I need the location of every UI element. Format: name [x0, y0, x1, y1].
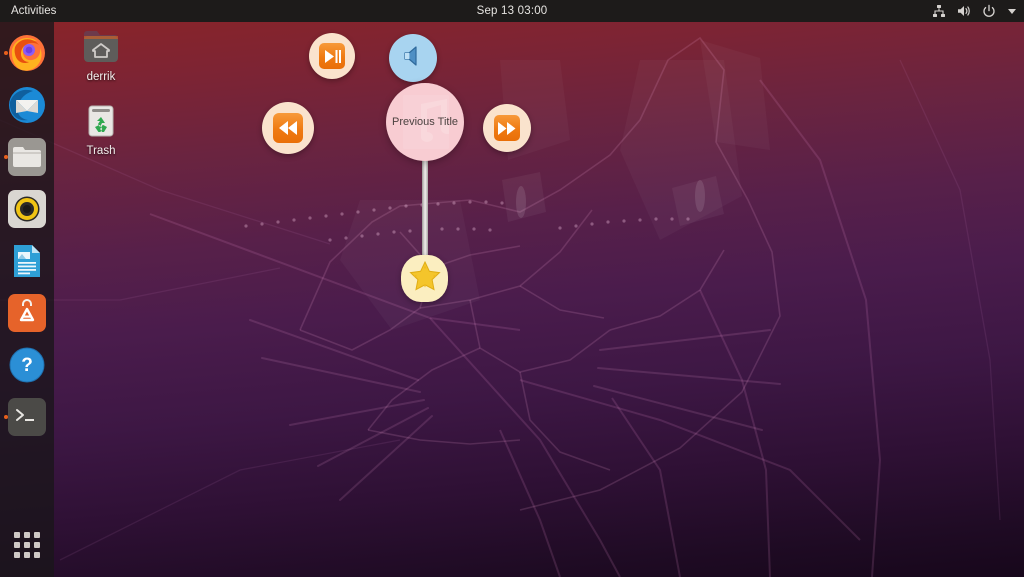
libreoffice-writer-icon — [8, 242, 46, 280]
clock[interactable]: Sep 13 03:00 — [0, 5, 1024, 17]
dock-item-ubuntu-software[interactable] — [3, 289, 51, 337]
dock-item-files[interactable] — [3, 133, 51, 181]
terminal-icon — [8, 398, 46, 436]
desktop-icon-trash[interactable]: Trash — [64, 100, 138, 157]
dock-item-help[interactable]: ? — [3, 341, 51, 389]
thunderbird-icon — [8, 86, 46, 124]
previous-button[interactable] — [262, 102, 314, 154]
dock-item-rhythmbox[interactable] — [3, 185, 51, 233]
volume-icon[interactable] — [956, 4, 971, 19]
rhythmbox-icon — [8, 190, 46, 228]
power-icon[interactable] — [981, 4, 996, 19]
apps-grid-icon — [14, 532, 40, 558]
next-button[interactable] — [483, 104, 531, 152]
play-pause-button[interactable] — [309, 33, 355, 79]
desktop-icon-home-folder[interactable]: derrik — [64, 26, 138, 83]
firefox-icon — [8, 34, 46, 72]
desktop-icon-label: Trash — [86, 145, 116, 157]
speaker-icon — [401, 44, 425, 73]
play-pause-icon — [319, 43, 345, 69]
network-sharing-icon[interactable] — [931, 4, 946, 19]
dock-item-thunderbird[interactable] — [3, 81, 51, 129]
svg-text:?: ? — [21, 355, 33, 376]
help-icon: ? — [8, 346, 46, 384]
dock: ? — [0, 22, 54, 577]
show-applications-button[interactable] — [3, 521, 51, 569]
chevron-down-icon[interactable] — [1006, 4, 1017, 19]
rewind-icon — [273, 113, 303, 143]
volume-button[interactable] — [389, 34, 437, 82]
dock-item-firefox[interactable] — [3, 29, 51, 77]
desktop-icon-label: derrik — [86, 71, 116, 83]
system-status-menu[interactable] — [931, 0, 1017, 22]
ubuntu-software-icon — [8, 294, 46, 332]
fast-forward-icon — [494, 115, 520, 141]
favorite-button[interactable] — [401, 255, 448, 302]
dock-item-libreoffice-writer[interactable] — [3, 237, 51, 285]
star-icon — [408, 259, 442, 298]
home-folder-icon — [79, 26, 123, 68]
album-disc[interactable]: Previous Title — [386, 83, 464, 161]
files-icon — [8, 138, 46, 176]
track-title: Previous Title — [391, 115, 459, 128]
dock-item-list: ? — [3, 29, 51, 441]
dock-item-terminal[interactable] — [3, 393, 51, 441]
radial-music-player-widget: Previous Title — [262, 26, 550, 316]
desktop-screen: derrik Trash Previous Title ? Activities… — [0, 0, 1024, 577]
top-bar: Activities Sep 13 03:00 — [0, 0, 1024, 22]
trash-icon — [79, 100, 123, 142]
